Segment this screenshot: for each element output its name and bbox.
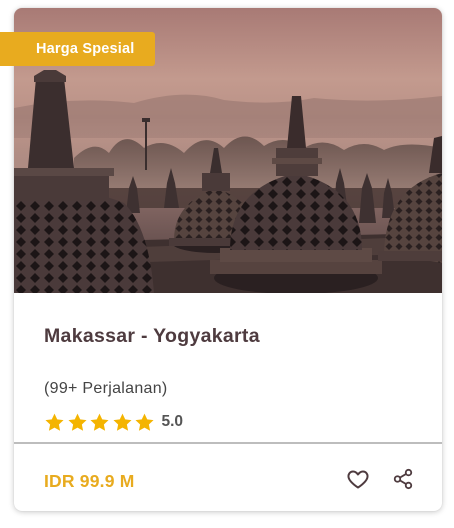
star-icon: [90, 413, 109, 431]
star-icon: [135, 413, 154, 431]
favorite-button[interactable]: [345, 466, 371, 492]
share-button[interactable]: [390, 466, 416, 492]
share-icon: [393, 468, 413, 490]
divider: [14, 442, 442, 444]
trip-card[interactable]: Harga Spesial Makassar - Yogyakarta (99+…: [0, 8, 442, 511]
special-price-badge: Harga Spesial: [0, 32, 155, 66]
star-icon: [112, 413, 132, 431]
star-icon: [67, 413, 87, 431]
heart-icon: [347, 470, 369, 489]
route-title[interactable]: Makassar - Yogyakarta: [44, 325, 260, 348]
rating-value: 5.0: [161, 413, 184, 430]
trip-count: (99+ Perjalanan): [44, 380, 168, 397]
rating: 5.0: [44, 411, 183, 433]
price: IDR 99.9 M: [44, 471, 135, 491]
star-icon: [45, 413, 64, 431]
